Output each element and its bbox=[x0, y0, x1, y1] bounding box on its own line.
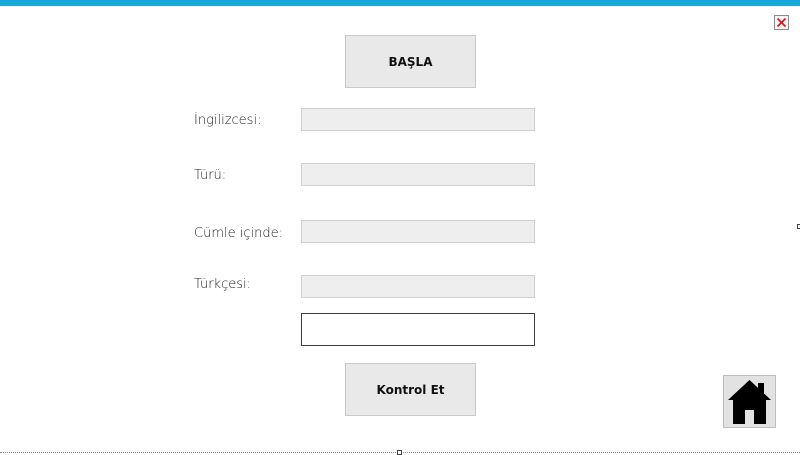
resize-handle-bottom[interactable] bbox=[397, 450, 402, 455]
in-sentence-label: Cümle içinde: bbox=[194, 226, 283, 241]
type-field bbox=[301, 163, 535, 186]
answer-input[interactable] bbox=[301, 313, 535, 346]
check-button[interactable]: Kontrol Et bbox=[345, 363, 476, 416]
home-icon bbox=[728, 380, 771, 424]
window-top-bar bbox=[0, 0, 800, 6]
in-sentence-field bbox=[301, 220, 535, 243]
start-button[interactable]: BAŞLA bbox=[345, 35, 476, 88]
turkish-field bbox=[301, 275, 535, 298]
close-button[interactable] bbox=[774, 15, 789, 30]
close-icon bbox=[776, 17, 787, 28]
english-label: İngilizcesi: bbox=[194, 113, 262, 128]
type-label: Türü: bbox=[194, 168, 227, 183]
english-field bbox=[301, 108, 535, 131]
home-button[interactable] bbox=[723, 375, 776, 428]
turkish-label: Türkçesi: bbox=[194, 277, 251, 292]
